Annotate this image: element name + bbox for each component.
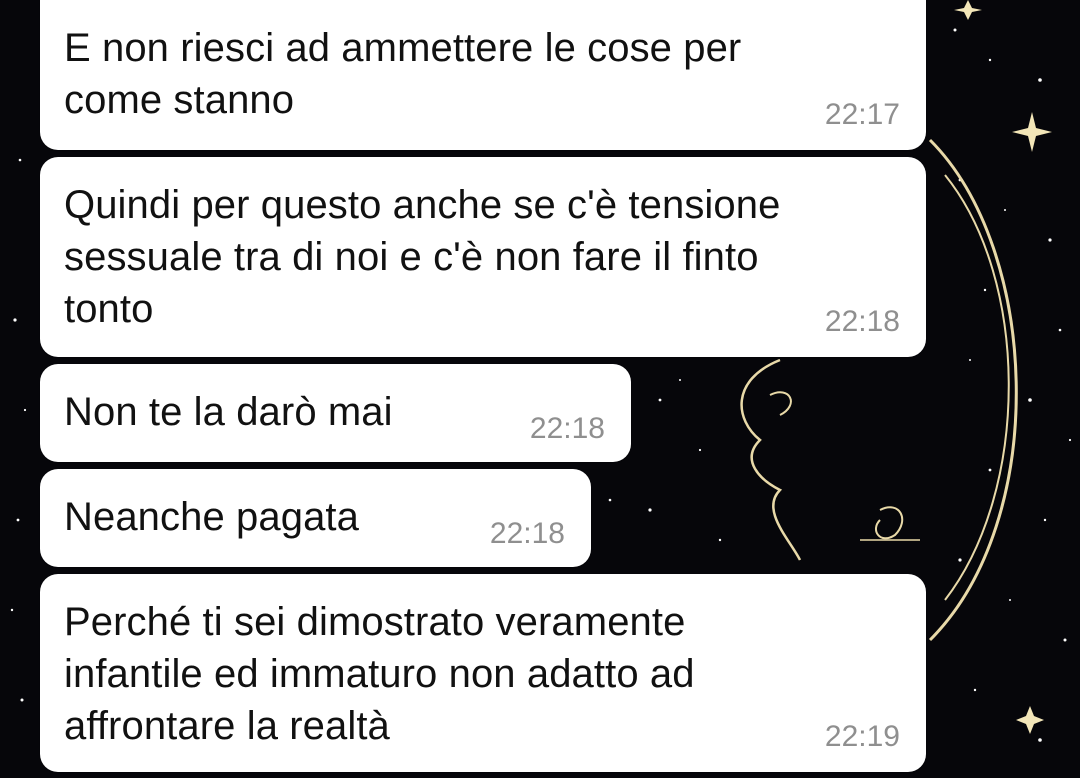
message-bubble[interactable]: Quindi per questo anche se c'è tensione … [40,157,926,357]
message-timestamp: 22:18 [824,305,900,338]
message-text: Quindi per questo anche se c'è tensione … [64,183,781,331]
message-text: E non riesci ad ammettere le cose per co… [64,26,742,122]
message-bubble[interactable]: E non riesci ad ammettere le cose per co… [40,0,926,150]
message-text: Non te la darò mai [64,390,393,434]
message-bubble[interactable]: Non te la darò mai 22:18 [40,364,631,462]
message-text: Perché ti sei dimostrato veramente infan… [64,600,695,748]
message-timestamp: 22:17 [824,98,900,131]
message-bubble[interactable]: Perché ti sei dimostrato veramente infan… [40,574,926,772]
chat-messages: E non riesci ad ammettere le cose per co… [0,0,1080,778]
message-timestamp: 22:18 [489,517,565,550]
message-text: Neanche pagata [64,495,359,539]
message-timestamp: 22:19 [824,720,900,753]
message-bubble[interactable]: Neanche pagata 22:18 [40,469,591,567]
message-timestamp: 22:18 [529,412,605,445]
